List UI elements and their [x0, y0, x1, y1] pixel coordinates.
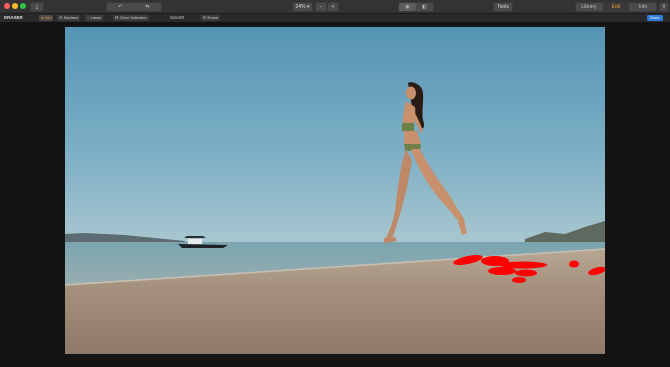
tab-info[interactable]: Info — [630, 3, 656, 11]
zoom-in-button[interactable]: + — [327, 2, 339, 12]
eye-icon[interactable]: ◉ — [399, 3, 416, 11]
chevron-down-icon: ▾ — [306, 4, 310, 10]
erase-button[interactable]: ⟳ Erase — [201, 15, 220, 21]
import-button[interactable]: ⤓ — [30, 2, 44, 12]
lasso-label: Lasso — [90, 15, 102, 20]
zoom-out-button[interactable]: − — [315, 2, 327, 12]
share-button[interactable]: ⇪ — [659, 2, 669, 12]
compare-icon[interactable]: ⇆ — [134, 3, 161, 11]
split-view-icon[interactable]: ◧ — [416, 3, 433, 11]
zoom-window-button[interactable] — [20, 3, 26, 9]
download-icon: ⤓ — [35, 4, 39, 10]
done-button[interactable]: Done — [647, 15, 663, 21]
eraser-title: ERASER — [4, 15, 23, 20]
clear-icon: ⊟ — [115, 15, 119, 20]
brush-size-value[interactable]: 20 — [179, 14, 184, 22]
clear-selection-button[interactable]: ⊟ Clear Selection — [113, 15, 149, 21]
close-window-button[interactable] — [4, 3, 10, 9]
erase-label: Erase — [207, 15, 218, 20]
tools-button[interactable]: Tools — [493, 2, 513, 12]
eraser-toolbar: ERASER ● Add ⊖ Subtract ◌ Lasso ⊟ Clear … — [0, 14, 670, 22]
tools-label: Tools — [497, 4, 509, 10]
zoom-level-button[interactable]: 24% ▾ — [292, 2, 313, 12]
minimize-window-button[interactable] — [12, 3, 18, 9]
add-mode-button[interactable]: ● Add — [39, 15, 54, 21]
zoom-level-label: 24% — [295, 4, 306, 10]
clear-selection-label: Clear Selection — [119, 15, 147, 20]
share-icon: ⇪ — [661, 4, 667, 10]
lasso-icon: ◌ — [87, 15, 90, 20]
view-mode-control[interactable]: ◉ ◧ — [398, 2, 434, 12]
tab-edit[interactable]: Edit — [603, 3, 629, 11]
erase-icon: ⟳ — [203, 15, 207, 20]
lasso-mode-button[interactable]: ◌ Lasso — [85, 15, 104, 21]
undo-icon[interactable]: ↶ — [107, 3, 134, 11]
history-control[interactable]: ↶ ⇆ — [106, 2, 162, 12]
title-bar: ⤓ ↶ ⇆ 24% ▾ − + ◉ ◧ Tools Library Edit I… — [0, 0, 670, 14]
subtract-label: Subtract — [63, 15, 79, 20]
subtract-icon: ⊖ — [59, 15, 63, 20]
add-label: Add — [44, 15, 52, 20]
subtract-mode-button[interactable]: ⊖ Subtract — [57, 15, 81, 21]
photo-canvas[interactable] — [65, 27, 605, 354]
module-tabs[interactable]: Library Edit Info — [575, 2, 657, 12]
tab-library[interactable]: Library — [576, 3, 602, 11]
beach-photo — [65, 27, 605, 354]
